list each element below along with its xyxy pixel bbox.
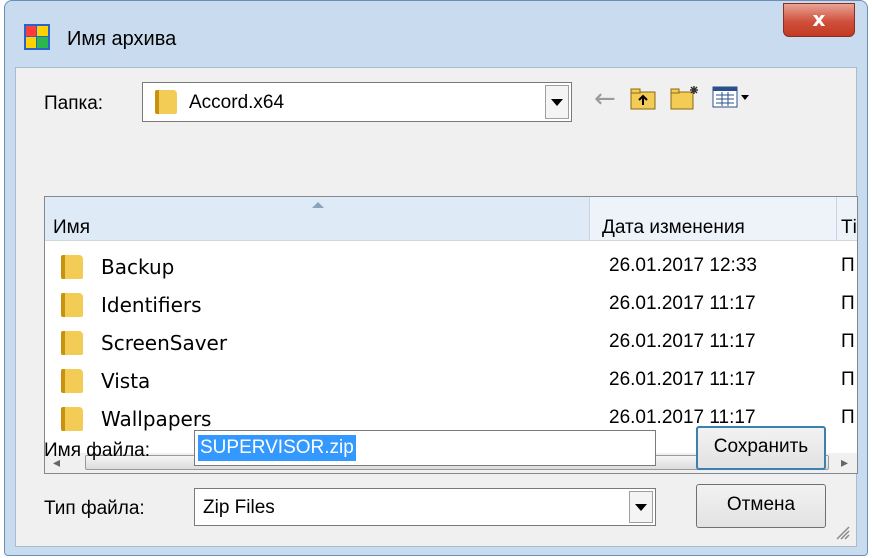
sort-ascending-icon: [312, 202, 324, 208]
chevron-down-icon: [635, 503, 647, 511]
folder-combo[interactable]: Accord.x64: [142, 82, 572, 122]
filename-label: Имя файла:: [44, 440, 151, 461]
up-folder-icon[interactable]: [630, 88, 656, 110]
column-header-name-label: Имя: [53, 217, 91, 238]
folder-combo-value: Accord.x64: [189, 92, 285, 113]
list-item[interactable]: Backup 26.01.2017 12:33 П: [45, 249, 857, 287]
filetype-select[interactable]: Zip Files: [194, 488, 656, 526]
folder-combo-dropdown-button[interactable]: [545, 85, 569, 119]
new-folder-icon[interactable]: [670, 84, 700, 110]
filetype-dropdown-button[interactable]: [629, 491, 653, 523]
title-bar: Имя архива x: [5, 1, 867, 50]
folder-icon: [61, 255, 83, 279]
filetype-label: Тип файла:: [44, 498, 145, 519]
file-type: П: [841, 369, 855, 390]
file-name: Vista: [101, 369, 151, 393]
column-header-type[interactable]: Ті: [837, 197, 857, 240]
file-type: П: [841, 255, 855, 276]
list-item[interactable]: Vista 26.01.2017 11:17 П: [45, 363, 857, 401]
file-date: 26.01.2017 11:17: [609, 369, 756, 390]
folder-icon: [155, 90, 177, 114]
back-arrow-icon[interactable]: ←: [594, 84, 616, 114]
scroll-right-icon[interactable]: ▸: [841, 454, 848, 471]
list-header: Имя Дата изменения Ті: [45, 197, 857, 241]
file-name: ScreenSaver: [101, 331, 228, 355]
column-header-name[interactable]: Имя: [45, 197, 590, 240]
view-menu-icon[interactable]: [712, 86, 752, 110]
chevron-down-icon: [551, 98, 563, 106]
file-date: 26.01.2017 12:33: [609, 255, 757, 276]
close-button[interactable]: x: [783, 3, 855, 37]
column-header-date-label: Дата изменения: [602, 217, 745, 238]
filetype-select-value: Zip Files: [203, 497, 275, 518]
filename-input[interactable]: SUPERVISOR.zip: [194, 430, 656, 466]
file-name: Wallpapers: [101, 407, 212, 431]
filename-input-value: SUPERVISOR.zip: [198, 435, 356, 461]
file-type: П: [841, 293, 855, 314]
dialog-client-area: Папка: Accord.x64 ← Имя Дата изменения Т…: [15, 67, 858, 547]
folder-icon: [61, 369, 83, 393]
file-name: Backup: [101, 255, 175, 279]
list-item[interactable]: Identifiers 26.01.2017 11:17 П: [45, 287, 857, 325]
folder-icon: [61, 407, 83, 431]
file-name: Identifiers: [101, 293, 202, 317]
file-type: П: [841, 331, 855, 352]
file-date: 26.01.2017 11:17: [609, 331, 756, 352]
window-title: Имя архива: [67, 28, 177, 50]
column-header-type-label: Ті: [841, 217, 857, 238]
cancel-button[interactable]: Отмена: [696, 484, 826, 528]
column-header-date[interactable]: Дата изменения: [590, 197, 837, 240]
resize-grip-icon[interactable]: [832, 522, 850, 540]
folder-label: Папка:: [44, 93, 104, 114]
save-archive-dialog: Имя архива x Папка: Accord.x64 ← Имя Дат…: [4, 0, 868, 556]
save-button[interactable]: Сохранить: [696, 426, 826, 470]
list-item[interactable]: ScreenSaver 26.01.2017 11:17 П: [45, 325, 857, 363]
folder-icon: [61, 331, 83, 355]
folder-icon: [61, 293, 83, 317]
file-type: П: [841, 407, 855, 428]
app-icon: [24, 24, 50, 50]
file-date: 26.01.2017 11:17: [609, 293, 756, 314]
